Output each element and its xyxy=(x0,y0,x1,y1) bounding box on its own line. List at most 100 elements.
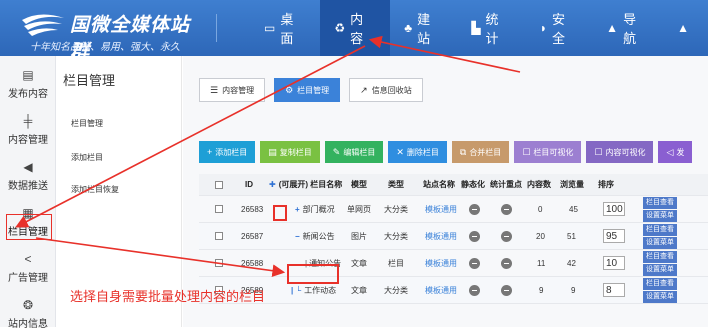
sub-nav-add-column[interactable]: 添加栏目 xyxy=(71,152,103,163)
left-sidebar: ▤ 发布内容 ╪ 内容管理 ◀ 数据推送 ▦ 栏目管理 < 广告管理 ❂ 站内信息 xyxy=(0,56,56,330)
sidebar-item-ads[interactable]: < 广告管理 xyxy=(0,252,56,284)
delete-column-button[interactable]: ✕ 删除栏目 xyxy=(388,141,447,163)
content-icon: ╪ xyxy=(23,114,33,128)
row-site[interactable]: 模板通用 xyxy=(425,223,457,249)
row-name[interactable]: + 部门概况 xyxy=(295,196,335,222)
static-toggle[interactable] xyxy=(469,250,480,276)
publish-button[interactable]: ◁ 发 xyxy=(658,141,693,163)
header-divider xyxy=(216,14,217,42)
main-nav: ▭ 桌面 ♻ 内容 ♣ 建站 ▙ 统计 ◗ 安全 ▲ 导航 ▲ xyxy=(250,0,708,56)
ad-icon: < xyxy=(24,252,32,266)
sub-nav-column-manage[interactable]: 栏目管理 xyxy=(71,118,103,129)
select-all-checkbox[interactable] xyxy=(215,174,223,195)
sort-input[interactable]: 95 xyxy=(603,223,625,249)
row-site[interactable]: 模板通用 xyxy=(425,250,457,276)
expand-icon[interactable]: + xyxy=(295,205,300,214)
tab-recycle-bin[interactable]: ↗ 信息回收站 xyxy=(349,78,423,102)
set-menu-button[interactable]: 设置菜单 xyxy=(643,263,677,276)
minus-circle-icon xyxy=(501,230,512,242)
shield-icon: ◗ xyxy=(539,21,548,35)
plus-icon: ✚ xyxy=(269,180,276,189)
sub-nav-restore-column[interactable]: 添加栏目恢复 xyxy=(71,184,119,195)
row-site[interactable]: 模板通用 xyxy=(425,277,457,303)
list-icon: ☰ xyxy=(210,84,219,95)
minus-circle-icon xyxy=(501,284,512,296)
row-count: 11 xyxy=(537,258,546,268)
stat-toggle[interactable] xyxy=(501,223,512,249)
set-menu-button[interactable]: 设置菜单 xyxy=(643,236,677,249)
bell-icon: ▲ xyxy=(677,21,690,35)
minus-circle-icon xyxy=(469,203,480,215)
sort-input[interactable]: 100 xyxy=(603,196,625,222)
column-visual-button[interactable]: ☐ 栏目可视化 xyxy=(514,141,582,163)
sidebar-item-push[interactable]: ◀ 数据推送 xyxy=(0,160,56,192)
sidebar-item-content[interactable]: ╪ 内容管理 xyxy=(0,114,56,146)
push-icon: ◀ xyxy=(23,160,33,174)
set-menu-button[interactable]: 设置菜单 xyxy=(643,209,677,222)
edit-column-button[interactable]: ✎ 编辑栏目 xyxy=(324,141,384,163)
sidebar-item-publish[interactable]: ▤ 发布内容 xyxy=(0,68,56,100)
merge-column-button[interactable]: ⧉ 合并栏目 xyxy=(451,141,510,163)
plus-icon: + xyxy=(207,147,213,157)
stat-toggle[interactable] xyxy=(501,277,512,303)
nav-desktop[interactable]: ▭ 桌面 xyxy=(250,0,320,56)
sub-nav-title: 栏目管理 xyxy=(63,73,116,88)
table-row: 26587 − 新闻公告 图片 大分类 模板通用 20 51 95 栏目查看 设置菜… xyxy=(199,223,708,250)
row-type: 大分类 xyxy=(384,231,408,241)
tab-bar: ☰ 内容管理 ⚙ 栏目管理 ↗ 信息回收站 xyxy=(199,78,423,102)
view-column-button[interactable]: 栏目查看 xyxy=(643,250,677,263)
row-views: 9 xyxy=(571,285,576,295)
static-toggle[interactable] xyxy=(469,196,480,222)
static-toggle[interactable] xyxy=(469,223,480,249)
row-count: 20 xyxy=(536,231,545,241)
tab-content-manage[interactable]: ☰ 内容管理 xyxy=(199,78,266,102)
set-menu-button[interactable]: 设置菜单 xyxy=(643,290,677,303)
nav-stats[interactable]: ▙ 统计 xyxy=(457,0,525,56)
stat-toggle[interactable] xyxy=(501,196,512,222)
sort-input[interactable]: 10 xyxy=(603,250,625,276)
nav-bell[interactable]: ▲ xyxy=(663,0,708,56)
view-column-button[interactable]: 栏目查看 xyxy=(643,277,677,290)
view-column-button[interactable]: 栏目查看 xyxy=(643,223,677,236)
nav-navigation[interactable]: ▲ 导航 xyxy=(592,0,663,56)
publish-icon: ▤ xyxy=(22,68,34,82)
static-toggle[interactable] xyxy=(469,277,480,303)
tree-icon: ♣ xyxy=(404,21,414,35)
header-type: 类型 xyxy=(388,180,404,189)
row-count: 0 xyxy=(538,204,543,214)
row-name[interactable]: − 新闻公告 xyxy=(295,223,335,249)
row-type: 栏目 xyxy=(388,258,404,268)
row-site[interactable]: 模板通用 xyxy=(425,196,457,222)
nav-security[interactable]: ◗ 安全 xyxy=(526,0,592,56)
row-checkbox[interactable] xyxy=(215,250,223,276)
top-header: 国微全媒体站群 十年知名品牌、易用、强大、永久 ▭ 桌面 ♻ 内容 ♣ 建站 ▙ 统计 … xyxy=(0,0,708,63)
row-ops: 栏目查看 设置菜单 xyxy=(643,196,677,222)
row-type: 大分类 xyxy=(384,204,408,214)
minus-circle-icon xyxy=(469,230,480,242)
tree-branch-icon: | └ xyxy=(291,285,302,295)
row-count: 9 xyxy=(539,285,544,295)
row-model: 文章 xyxy=(351,258,367,268)
row-views: 51 xyxy=(567,231,576,241)
close-icon: ✕ xyxy=(396,146,404,157)
view-column-button[interactable]: 栏目查看 xyxy=(643,196,677,209)
visual-icon: ☐ xyxy=(522,146,531,157)
copy-column-button[interactable]: ▤ 复制栏目 xyxy=(260,141,320,163)
highlight-box-notice xyxy=(287,264,339,284)
add-column-button[interactable]: + 添加栏目 xyxy=(199,141,256,163)
sort-input[interactable]: 8 xyxy=(603,277,625,303)
collapse-icon[interactable]: − xyxy=(295,232,300,241)
action-toolbar: + 添加栏目 ▤ 复制栏目 ✎ 编辑栏目 ✕ 删除栏目 ⧉ 合并栏目 ☐ 栏目可视化 ☐ 内容… xyxy=(199,141,693,163)
copy-icon: ▤ xyxy=(268,146,277,157)
sidebar-item-messages[interactable]: ❂ 站内信息 xyxy=(0,298,56,330)
row-checkbox[interactable] xyxy=(215,223,223,249)
row-checkbox[interactable] xyxy=(215,196,223,222)
content-visual-button[interactable]: ☐ 内容可视化 xyxy=(586,141,654,163)
minus-circle-icon xyxy=(469,284,480,296)
stat-toggle[interactable] xyxy=(501,250,512,276)
row-views: 42 xyxy=(567,258,576,268)
nav-build[interactable]: ♣ 建站 xyxy=(390,0,457,56)
nav-content[interactable]: ♻ 内容 xyxy=(320,0,391,56)
tab-column-manage[interactable]: ⚙ 栏目管理 xyxy=(274,78,341,102)
row-ops: 栏目查看 设置菜单 xyxy=(643,223,677,249)
